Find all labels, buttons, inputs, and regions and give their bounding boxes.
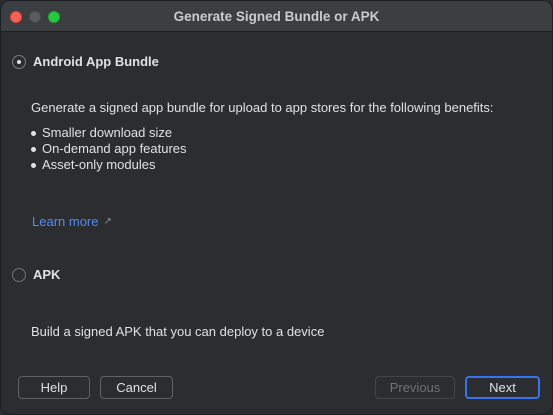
previous-button[interactable]: Previous	[375, 376, 455, 399]
android-app-bundle-radio[interactable]	[12, 54, 26, 69]
android-app-bundle-label: Android App Bundle	[33, 54, 159, 69]
learn-more-label: Learn more	[32, 214, 99, 229]
bullet-icon	[31, 130, 36, 136]
list-item: Smaller download size	[31, 125, 187, 141]
apk-option[interactable]: APK	[12, 267, 60, 282]
help-button[interactable]: Help	[18, 376, 90, 399]
learn-more-link[interactable]: Learn more ↗	[32, 214, 112, 229]
title-bar: Generate Signed Bundle or APK	[1, 1, 552, 32]
cancel-button[interactable]: Cancel	[100, 376, 173, 399]
apk-description: Build a signed APK that you can deploy t…	[31, 324, 325, 339]
bullet-icon	[31, 146, 36, 152]
android-app-bundle-option[interactable]: Android App Bundle	[12, 54, 159, 69]
bundle-benefits-list: Smaller download size On-demand app feat…	[31, 125, 187, 173]
bullet-icon	[31, 162, 36, 168]
bundle-description: Generate a signed app bundle for upload …	[31, 100, 494, 115]
list-item: Asset-only modules	[31, 157, 187, 173]
list-item: On-demand app features	[31, 141, 187, 157]
next-button[interactable]: Next	[465, 376, 540, 399]
dialog-title: Generate Signed Bundle or APK	[173, 9, 380, 24]
dialog-window: Generate Signed Bundle or APK Android Ap…	[0, 0, 553, 415]
apk-radio[interactable]	[12, 267, 26, 282]
external-link-arrow-icon: ↗	[103, 216, 112, 227]
apk-label: APK	[33, 267, 61, 282]
